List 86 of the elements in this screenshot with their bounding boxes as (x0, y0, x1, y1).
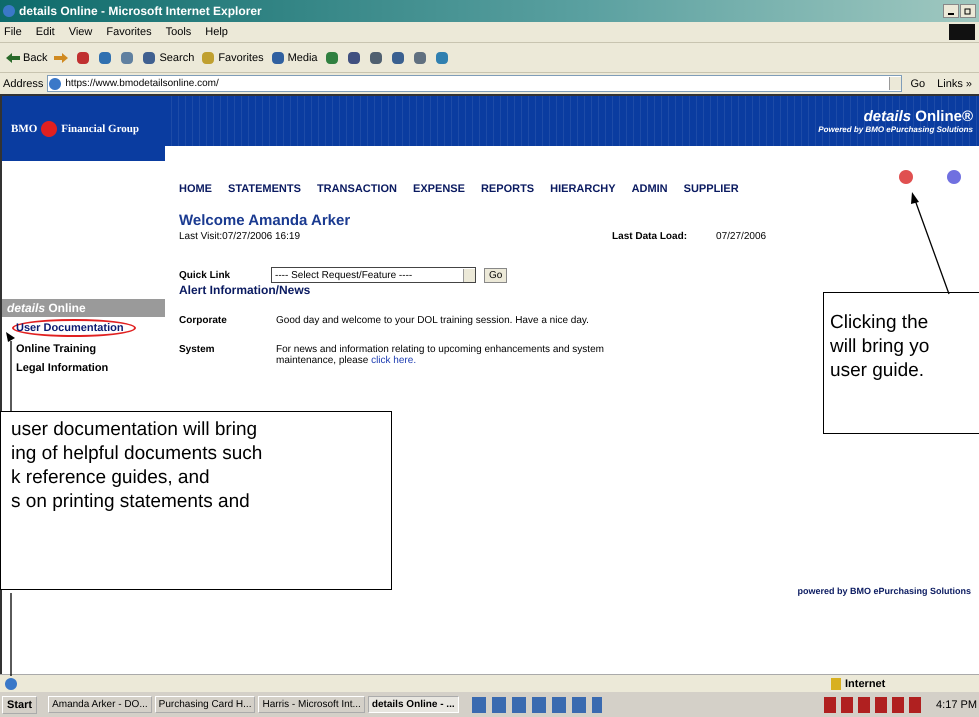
toolbar-button[interactable]: Back (4, 52, 48, 64)
taskbar-button[interactable]: details Online - ... (368, 696, 459, 713)
go-button[interactable]: Go (484, 268, 508, 282)
menu-item[interactable]: Favorites (106, 26, 152, 38)
last-load-label: Last Data Load: (612, 231, 688, 242)
footer-text: powered by BMO ePurchasing Solutions (797, 586, 971, 596)
close-icon[interactable] (947, 170, 961, 184)
callout-text: s on printing statements and (11, 490, 251, 514)
address-field[interactable]: https://www.bmodetailsonline.com/ (47, 75, 902, 92)
nav-link[interactable]: HOME (179, 183, 212, 195)
product-tagline: Powered by BMO ePurchasing Solutions (818, 125, 973, 134)
menu-item[interactable]: Tools (166, 26, 192, 38)
restore-icon (964, 7, 972, 15)
nav-link[interactable]: EXPENSE (413, 183, 465, 195)
sidebar-link[interactable]: Online Training (14, 342, 98, 356)
alert-text: For news and information relating to upcoming enhancements and system maintenance, please click here. (276, 344, 605, 366)
alert-text: Good day and welcome to your DOL training session. Have a nice day. (276, 315, 590, 326)
quick-link-label: Quick Link (179, 270, 232, 280)
nav-link[interactable]: REPORTS (480, 183, 534, 195)
nav-link[interactable]: ADMIN (632, 183, 668, 195)
window-title: details Online - Microsoft Internet Explorer (19, 4, 263, 18)
toolbar-icon (119, 50, 136, 66)
alert-category: Corporate (179, 315, 228, 326)
menu-item[interactable]: File (4, 26, 22, 38)
toolbar-icon (368, 50, 384, 66)
address-label: Address (3, 78, 44, 90)
menu-item[interactable]: View (68, 26, 92, 38)
arrow-icon (53, 52, 70, 64)
toolbar-icon (75, 50, 92, 66)
clock: 4:17 PM (935, 698, 977, 710)
callout-text: Clicking the (830, 311, 930, 335)
help-icon[interactable] (899, 170, 913, 184)
nav-link[interactable]: STATEMENTS (228, 183, 301, 195)
arrow-icon (5, 52, 21, 64)
browser-icon (3, 5, 15, 17)
windows-logo (949, 24, 975, 40)
nav-link[interactable]: SUPPLIER (684, 183, 739, 195)
minimize-button[interactable] (943, 4, 959, 18)
callout-text: user documentation will bring (11, 418, 258, 442)
menu-item[interactable]: Help (205, 26, 228, 38)
nav-link[interactable]: HIERARCHY (550, 183, 616, 195)
toolbar-icon (346, 50, 362, 66)
brand-text: BMO (11, 122, 38, 134)
last-visit-text: Last Visit:07/27/2006 16:19 (179, 231, 300, 242)
toolbar-icon (390, 50, 406, 66)
lock-icon (831, 678, 841, 690)
roundel-icon (41, 120, 58, 136)
taskbar-button[interactable]: Amanda Arker - DO... (48, 696, 152, 713)
page-icon (4, 676, 18, 690)
click-here-link[interactable]: click here. (371, 355, 416, 366)
start-button[interactable]: Start (2, 696, 38, 714)
nav-link[interactable]: TRANSACTION (316, 183, 397, 195)
taskbar-button[interactable]: Harris - Microsoft Int... (258, 696, 365, 713)
welcome-heading: Welcome Amanda Arker (179, 212, 352, 229)
page-icon (48, 76, 62, 90)
toolbar-icon (324, 50, 340, 66)
toolbar-button[interactable]: Favorites (199, 50, 265, 66)
toolbar-icon (412, 50, 428, 66)
brand-text: Financial Group (61, 122, 140, 134)
taskbar-button[interactable]: Purchasing Card H... (154, 696, 256, 713)
last-load-date: 07/27/2006 (716, 231, 766, 242)
feature-dropdown[interactable]: ---- Select Request/Feature ---- (271, 267, 476, 283)
dropdown-icon (889, 77, 902, 90)
restore-button[interactable] (960, 4, 976, 18)
sidebar-link[interactable]: User Documentation (12, 319, 136, 337)
toolbar-button[interactable]: Search (140, 50, 196, 66)
section-heading: Alert Information/News (179, 283, 312, 297)
toolbar-icon (200, 50, 216, 66)
toolbar-icon (141, 50, 158, 66)
sidebar-link[interactable]: Legal Information (14, 361, 110, 375)
callout-text: k reference guides, and (11, 466, 211, 490)
alert-category: System (179, 344, 216, 357)
security-zone: Internet (845, 678, 886, 690)
go-button[interactable]: Go (906, 78, 930, 90)
product-name: details Online® (864, 108, 973, 125)
dropdown-icon (463, 268, 475, 282)
menu-item[interactable]: Edit (36, 26, 55, 38)
links-button[interactable]: Links » (933, 78, 976, 90)
callout-text: will bring yo (830, 335, 930, 359)
callout-text: ing of helpful documents such (11, 442, 264, 466)
callout-text: user guide. (830, 359, 926, 383)
toolbar-icon (270, 50, 286, 66)
sidebar-heading: details Online (2, 299, 165, 317)
toolbar-icon (97, 50, 114, 66)
toolbar-icon (434, 50, 450, 66)
toolbar-button[interactable]: Media (268, 50, 319, 66)
